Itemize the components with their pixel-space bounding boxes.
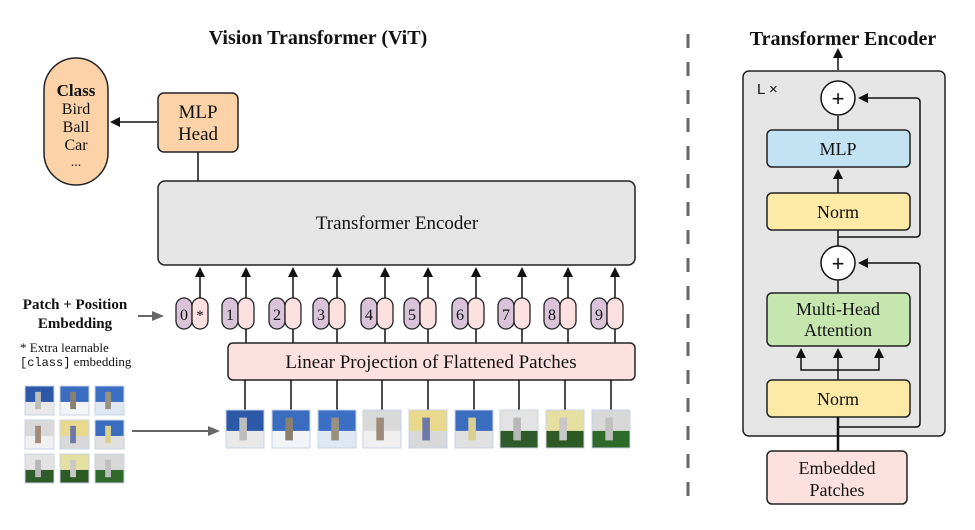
token-column: 2 <box>268 267 302 343</box>
norm-block-bottom: Norm <box>766 379 911 418</box>
image-patch-facade-windows <box>362 409 402 449</box>
image-patch-garden-right <box>591 409 631 449</box>
position-index: 8 <box>548 307 556 324</box>
image-patch-sky-spire <box>94 385 125 416</box>
image-patch-sky-spire <box>317 409 357 449</box>
add-circle-top: + <box>820 80 856 116</box>
image-patch-dome-sky <box>24 385 55 416</box>
class-token-mark: * <box>196 308 204 324</box>
mlp-head-box: MLP Head <box>157 92 239 153</box>
note-mono: [class] <box>20 356 70 370</box>
position-index: 5 <box>408 307 416 324</box>
class-item: Car <box>64 137 88 154</box>
image-patch-tower-facade <box>94 419 125 450</box>
image-patch-facade-yellow <box>408 409 448 449</box>
embedded-patches-block: Embedded Patches <box>766 450 908 505</box>
multi-head-attention-block: Multi-Head Attention <box>766 292 911 347</box>
mlp-head-line1: MLP <box>178 102 217 123</box>
image-patch-garden-left <box>499 409 539 449</box>
position-index: 3 <box>317 307 325 324</box>
attention-line2: Attention <box>804 320 872 340</box>
token-column: 0 * <box>175 267 209 330</box>
linear-projection-box: Linear Projection of Flattened Patches <box>227 342 636 381</box>
position-index: 6 <box>456 307 464 324</box>
class-output-box: Class Bird Ball Car ... <box>43 57 109 186</box>
mlp-label: MLP <box>819 139 856 159</box>
patch-embedding-token <box>513 297 531 330</box>
token-column: 8 <box>543 267 577 343</box>
patch-embedding-token <box>328 297 346 330</box>
position-index: 2 <box>273 307 281 324</box>
encoder-label: Transformer Encoder <box>316 213 479 234</box>
embedded-line1: Embedded <box>799 458 876 478</box>
vit-diagram: Vision Transformer (ViT) Class Bird Ball… <box>20 27 946 505</box>
image-patch-garden-right <box>94 453 125 484</box>
patch-embedding-token <box>606 297 624 330</box>
patch-embedding-token <box>376 297 394 330</box>
image-patch-dome-sky <box>225 409 265 449</box>
note-rest: embedding <box>70 354 132 369</box>
mlp-head-line2: Head <box>178 124 219 145</box>
token-column: 1 <box>221 267 255 343</box>
plus-icon: + <box>832 251 845 276</box>
position-index: 7 <box>502 307 510 324</box>
input-image-grid <box>24 385 125 484</box>
patch-embedding-token <box>419 297 437 330</box>
position-index: 1 <box>226 307 234 324</box>
token-column: 6 <box>451 267 485 343</box>
add-circle-bottom: + <box>820 245 856 281</box>
flattened-patch-sequence <box>225 380 631 449</box>
position-index: 4 <box>365 307 373 324</box>
token-columns: 0 * 1 2 3 4 5 6 7 8 9 <box>175 267 624 343</box>
transformer-encoder-box: Transformer Encoder <box>157 180 636 266</box>
image-patch-garden-mid <box>545 409 585 449</box>
image-patch-facade-windows <box>24 419 55 450</box>
embedding-label-line1: Patch + Position <box>23 297 128 313</box>
patch-embedding-token <box>467 297 485 330</box>
norm-bottom-label: Norm <box>817 389 859 409</box>
token-column: 9 <box>590 267 624 343</box>
position-index: 9 <box>595 307 603 324</box>
encoder-detail-title: Transformer Encoder <box>750 28 937 50</box>
image-patch-sky-tower <box>271 409 311 449</box>
position-index: 0 <box>180 307 188 324</box>
patch-embedding-token <box>284 297 302 330</box>
repeat-label: L × <box>757 81 778 98</box>
norm-top-label: Norm <box>817 202 859 222</box>
patch-embedding-token <box>559 297 577 330</box>
note-line1: * Extra learnable <box>20 340 109 355</box>
norm-block-top: Norm <box>766 192 911 231</box>
projection-label: Linear Projection of Flattened Patches <box>285 352 576 373</box>
mlp-block: MLP <box>766 129 911 168</box>
image-patch-tower-facade <box>454 409 494 449</box>
token-column: 7 <box>497 267 531 343</box>
class-item: ... <box>71 155 82 170</box>
token-column: 4 <box>360 267 394 343</box>
class-item: Bird <box>62 101 90 118</box>
token-column: 3 <box>312 267 346 343</box>
image-patch-sky-tower <box>59 385 90 416</box>
class-item: Ball <box>63 119 90 136</box>
image-patch-facade-yellow <box>59 419 90 450</box>
embedded-line2: Patches <box>810 480 865 500</box>
attention-line1: Multi-Head <box>796 299 880 319</box>
vit-title: Vision Transformer (ViT) <box>209 27 428 49</box>
patch-embedding-token <box>237 297 255 330</box>
image-patch-garden-left <box>24 453 55 484</box>
embedding-label-line2: Embedding <box>38 316 113 332</box>
class-heading: Class <box>57 81 96 100</box>
plus-icon: + <box>832 86 845 111</box>
note-line2: [class] embedding <box>20 354 132 370</box>
image-patch-garden-mid <box>59 453 90 484</box>
token-column: 5 <box>403 267 437 343</box>
